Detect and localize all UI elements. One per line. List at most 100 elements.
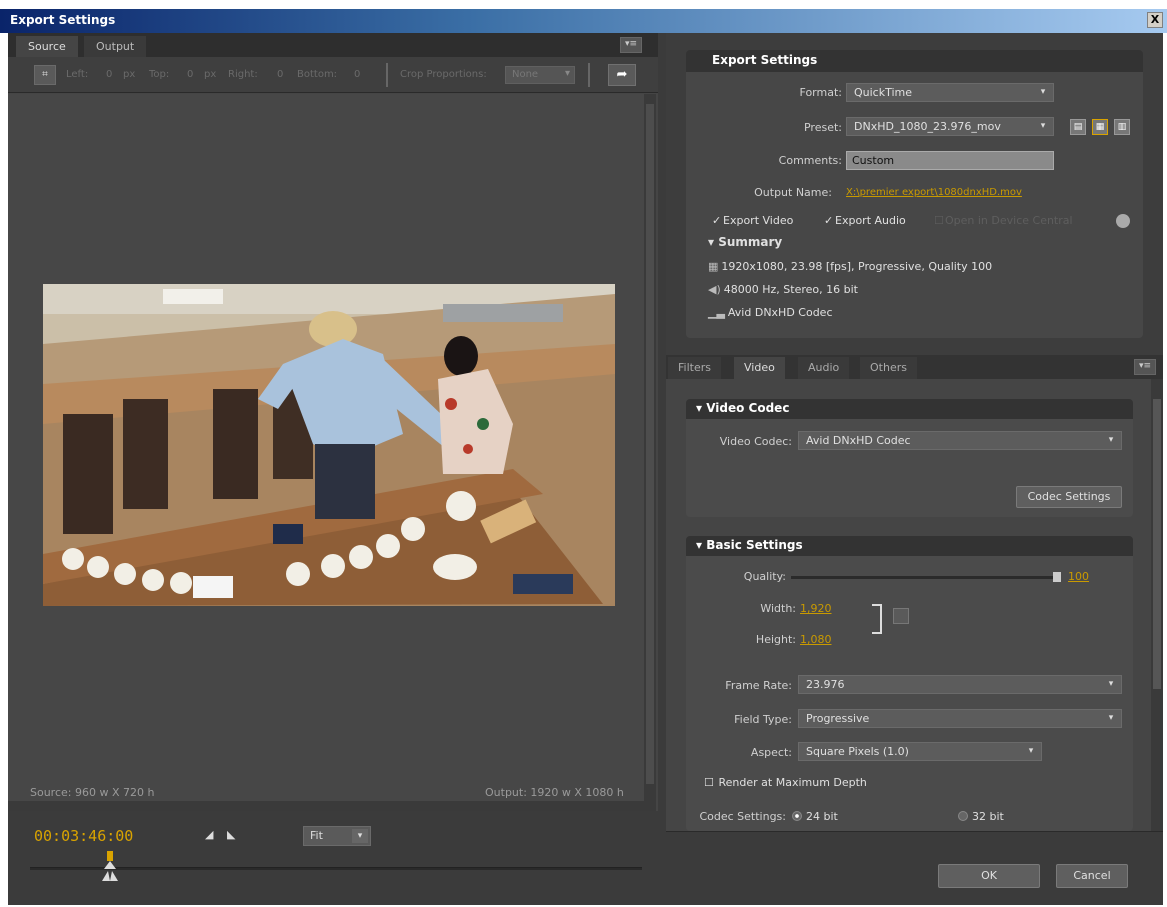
basic-settings-title: Basic Settings	[706, 538, 803, 552]
close-icon[interactable]: X	[1147, 12, 1163, 28]
export-settings-header: Export Settings	[686, 50, 1143, 72]
forward-arrow-icon[interactable]: ➦	[608, 64, 636, 86]
quality-label: Quality:	[743, 570, 786, 583]
video-codec-group: ▾ Video Codec Video Codec: Avid DNxHD Co…	[686, 399, 1133, 517]
format-value: QuickTime	[854, 86, 913, 99]
ok-button[interactable]: OK	[938, 864, 1040, 888]
scroll-thumb[interactable]	[646, 104, 654, 784]
summary-audio-text: 48000 Hz, Stereo, 16 bit	[723, 283, 858, 296]
width-label: Width:	[760, 602, 796, 615]
tab-others[interactable]: Others	[860, 357, 917, 379]
summary-audio-line: ◀) 48000 Hz, Stereo, 16 bit	[708, 283, 858, 296]
aspect-value: Square Pixels (1.0)	[806, 745, 909, 758]
tab-audio[interactable]: Audio	[798, 357, 850, 379]
panel-menu-icon[interactable]: ▾≡	[620, 37, 642, 53]
height-value[interactable]: 1,080	[800, 633, 832, 646]
chevron-down-icon: ▾	[1040, 87, 1046, 97]
aspect-select[interactable]: Square Pixels (1.0) ▾	[798, 742, 1042, 761]
zoom-fit-value: Fit	[310, 829, 323, 842]
crop-right-label: Right:	[228, 69, 258, 80]
import-preset-icon[interactable]: ▦	[1092, 119, 1108, 135]
crop-right-value[interactable]: 0	[277, 69, 283, 80]
codec-settings-button[interactable]: Codec Settings	[1016, 486, 1122, 508]
crop-bottom-value[interactable]: 0	[354, 69, 360, 80]
radio-unselected-icon	[958, 811, 968, 821]
crop-top-label: Top:	[149, 69, 170, 80]
dialog-footer: OK Cancel	[666, 831, 1163, 905]
summary-codec-line: ▁▃ Avid DNxHD Codec	[708, 306, 833, 319]
timeline-track[interactable]	[30, 867, 642, 870]
tab-output[interactable]: Output	[84, 36, 147, 57]
timecode-display[interactable]: 00:03:46:00	[34, 827, 133, 845]
checkbox-icon: ☐	[934, 214, 944, 227]
codec-settings-label: Codec Settings:	[699, 810, 786, 823]
video-codec-select[interactable]: Avid DNxHD Codec ▾	[798, 431, 1122, 450]
summary-video-text: 1920x1080, 23.98 [fps], Progressive, Qua…	[721, 260, 993, 273]
tab-video[interactable]: Video	[734, 357, 785, 379]
output-name-link[interactable]: X:\premier export\1080dnxHD.mov	[846, 187, 1022, 198]
crop-left-value[interactable]: 0	[106, 69, 112, 80]
set-in-point-icon[interactable]: ◢	[205, 828, 213, 841]
device-central-icon[interactable]	[1116, 214, 1130, 228]
film-icon: ▦	[708, 260, 719, 273]
chevron-down-icon: ▾	[1108, 679, 1114, 689]
summary-codec-text: Avid DNxHD Codec	[727, 306, 833, 319]
delete-preset-icon[interactable]: ▥	[1114, 119, 1130, 135]
device-central-checkbox[interactable]: ☐Open in Device Central	[934, 214, 1073, 227]
frame-rate-value: 23.976	[806, 678, 845, 691]
playhead-icon[interactable]	[102, 851, 118, 881]
bars-icon: ▁▃	[708, 306, 725, 319]
zoom-fit-select[interactable]: Fit ▾	[303, 826, 371, 846]
scroll-thumb[interactable]	[1153, 399, 1161, 689]
crop-left-label: Left:	[66, 69, 89, 80]
radio-24-bit[interactable]: 24 bit	[792, 810, 838, 823]
crop-top-value[interactable]: 0	[187, 69, 193, 80]
quality-value[interactable]: 100	[1068, 570, 1089, 583]
render-max-depth-checkbox[interactable]: ☐ Render at Maximum Depth	[704, 776, 867, 789]
width-value[interactable]: 1,920	[800, 602, 832, 615]
crop-proportions-select[interactable]: None ▾	[505, 66, 575, 84]
chevron-down-icon: ▾	[1108, 435, 1114, 445]
output-name-label: Output Name:	[754, 186, 832, 199]
field-type-select[interactable]: Progressive ▾	[798, 709, 1122, 728]
preset-select[interactable]: DNxHD_1080_23.976_mov ▾	[846, 117, 1054, 136]
panel-menu-icon[interactable]: ▾≡	[1134, 359, 1156, 375]
crop-toolbar: ⌗ Left: 0 px Top: 0 px Right: 0 Bottom: …	[8, 57, 658, 93]
crop-unit-px: px	[123, 69, 136, 80]
preset-value: DNxHD_1080_23.976_mov	[854, 120, 1001, 133]
settings-vertical-scrollbar[interactable]	[1151, 379, 1163, 831]
preview-horizontal-scrollbar[interactable]	[8, 801, 656, 811]
radio-32-bit[interactable]: 32 bit	[958, 810, 1004, 823]
export-video-label: Export Video	[723, 214, 794, 227]
video-frame-image	[43, 284, 615, 606]
cancel-button[interactable]: Cancel	[1056, 864, 1128, 888]
format-select[interactable]: QuickTime ▾	[846, 83, 1054, 102]
checkmark-icon: ✓	[712, 214, 722, 227]
format-label: Format:	[799, 86, 842, 99]
radio-selected-icon	[792, 811, 802, 821]
crop-proportions-value: None	[512, 69, 539, 80]
comments-label: Comments:	[778, 154, 842, 167]
basic-settings-group: ▾ Basic Settings Quality: 100 Width: 1,9…	[686, 536, 1133, 831]
save-preset-icon[interactable]: ▤	[1070, 119, 1086, 135]
output-dimensions: Output: 1920 w X 1080 h	[485, 786, 624, 799]
chevron-down-icon: ▾	[1108, 713, 1114, 723]
tab-filters[interactable]: Filters	[668, 357, 721, 379]
video-codec-header[interactable]: ▾ Video Codec	[686, 399, 1133, 419]
set-out-point-icon[interactable]: ◣	[227, 828, 235, 841]
summary-header[interactable]: ▾ Summary	[708, 235, 782, 249]
quality-slider-knob[interactable]	[1053, 572, 1061, 582]
tab-source[interactable]: Source	[16, 36, 78, 57]
frame-rate-select[interactable]: 23.976 ▾	[798, 675, 1122, 694]
comments-input[interactable]: Custom	[846, 151, 1054, 170]
export-video-checkbox[interactable]: ✓ Export Video	[712, 214, 793, 227]
field-type-label: Field Type:	[734, 713, 792, 726]
export-audio-checkbox[interactable]: ✓ Export Audio	[824, 214, 906, 227]
quality-slider[interactable]	[791, 576, 1061, 579]
constrain-proportions-checkbox[interactable]	[893, 608, 909, 624]
bit24-label: 24 bit	[806, 810, 838, 823]
basic-settings-header[interactable]: ▾ Basic Settings	[686, 536, 1133, 556]
preview-vertical-scrollbar[interactable]	[644, 94, 656, 801]
crop-icon[interactable]: ⌗	[34, 65, 56, 85]
export-dialog: Source Output ▾≡ ⌗ Left: 0 px Top: 0 px …	[8, 33, 1163, 905]
